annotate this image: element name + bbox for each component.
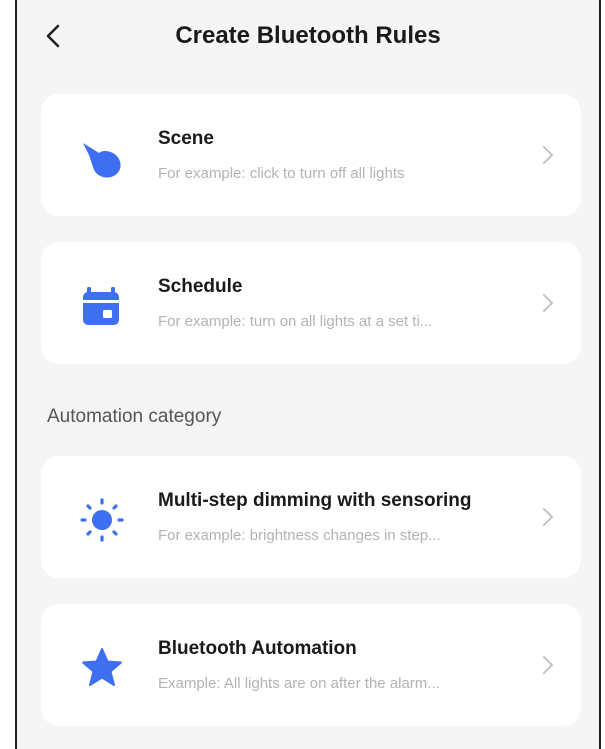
star-icon [79,645,125,691]
chevron-right-icon [543,146,553,164]
calendar-icon [79,283,125,329]
chevron-right-icon [543,508,553,526]
scene-description: For example: click to turn off all light… [158,165,405,182]
screen: Create Bluetooth Rules Scene For example… [15,0,601,749]
header: Create Bluetooth Rules [17,0,599,80]
multi-step-dimming-card[interactable]: Multi-step dimming with sensoring For ex… [41,456,581,578]
bluetooth-automation-description: Example: All lights are on after the ala… [158,675,440,692]
multi-step-dimming-label: Multi-step dimming with sensoring [158,490,472,511]
sun-icon [79,497,125,543]
bluetooth-automation-label: Bluetooth Automation [158,638,357,659]
tap-hand-icon [79,135,125,181]
chevron-right-icon [543,656,553,674]
multi-step-dimming-description: For example: brightness changes in step.… [158,527,441,544]
schedule-label: Schedule [158,276,243,297]
schedule-card[interactable]: Schedule For example: turn on all lights… [41,242,581,364]
bluetooth-automation-card[interactable]: Bluetooth Automation Example: All lights… [41,604,581,726]
scene-label: Scene [158,128,214,149]
automation-section-label: Automation category [47,406,222,427]
chevron-right-icon [543,294,553,312]
schedule-description: For example: turn on all lights at a set… [158,313,433,330]
page-title: Create Bluetooth Rules [175,22,441,49]
scene-card[interactable]: Scene For example: click to turn off all… [41,94,581,216]
